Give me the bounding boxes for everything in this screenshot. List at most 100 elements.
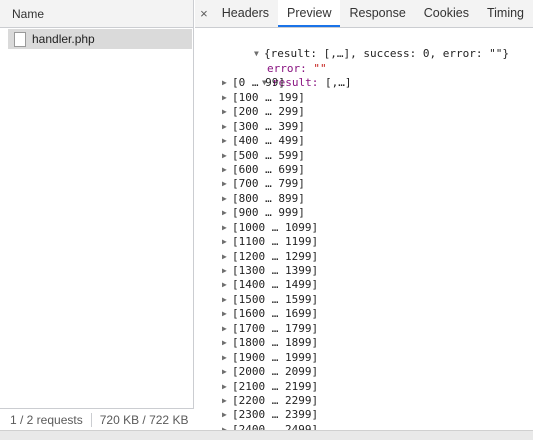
range-label: [2300 … 2399] (232, 408, 319, 422)
collapsed-triangle-icon[interactable]: ▶ (222, 120, 232, 134)
details-panel: × Headers Preview Response Cookies Timin… (195, 0, 533, 430)
range-label: [400 … 499] (232, 134, 305, 148)
range-row[interactable]: ▶ [600 … 699] (201, 163, 509, 177)
range-row[interactable]: ▶ [1800 … 1899] (201, 336, 509, 350)
range-row[interactable]: ▶ [900 … 999] (201, 206, 509, 220)
range-row[interactable]: ▶ [1500 … 1599] (201, 293, 509, 307)
range-row[interactable]: ▶ [500 … 599] (201, 149, 509, 163)
range-row[interactable]: ▶ [1900 … 1999] (201, 351, 509, 365)
request-name: handler.php (32, 32, 95, 46)
devtools-network-panel: Name handler.php 1 / 2 requests 720 KB /… (0, 0, 533, 440)
horizontal-scrollbar[interactable] (0, 430, 533, 440)
range-row[interactable]: ▶ [2000 … 2099] (201, 365, 509, 379)
tab-headers[interactable]: Headers (213, 0, 278, 27)
file-icon (14, 31, 26, 47)
range-row[interactable]: ▶ [1300 … 1399] (201, 264, 509, 278)
collapsed-triangle-icon[interactable]: ▶ (222, 163, 232, 177)
range-row[interactable]: ▶ [1200 … 1299] (201, 250, 509, 264)
range-row[interactable]: ▶ [2400 … 2499] (201, 423, 509, 430)
collapsed-triangle-icon[interactable]: ▶ (222, 134, 232, 148)
range-label: [1400 … 1499] (232, 278, 319, 292)
collapsed-triangle-icon[interactable]: ▶ (222, 192, 232, 206)
range-row[interactable]: ▶ [2200 … 2299] (201, 394, 509, 408)
collapsed-triangle-icon[interactable]: ▶ (222, 250, 232, 264)
range-label: [1200 … 1299] (232, 249, 319, 263)
collapsed-triangle-icon[interactable]: ▶ (222, 336, 232, 350)
range-label: [500 … 599] (232, 148, 305, 162)
range-row[interactable]: ▶ [200 … 299] (201, 105, 509, 119)
range-row[interactable]: ▶ [1100 … 1199] (201, 235, 509, 249)
range-label: [2200 … 2299] (232, 393, 319, 407)
transfer-size: 720 KB / 722 KB (99, 412, 189, 427)
range-label: [1300 … 1399] (232, 264, 319, 277)
range-label: [2000 … 2099] (232, 365, 319, 379)
collapsed-triangle-icon[interactable]: ▶ (222, 235, 232, 249)
error-value: "" (313, 61, 327, 75)
range-row[interactable]: ▶ [100 … 199] (201, 91, 509, 105)
collapsed-triangle-icon[interactable]: ▶ (222, 177, 232, 191)
collapsed-triangle-icon[interactable]: ▶ (222, 264, 232, 278)
range-label: [1000 … 1099] (232, 220, 319, 234)
status-bar: 1 / 2 requests 720 KB / 722 KB (0, 408, 194, 430)
range-label: [700 … 799] (232, 177, 305, 191)
range-label: [1600 … 1699] (232, 307, 319, 321)
range-row[interactable]: ▶ [1000 … 1099] (201, 221, 509, 235)
range-row[interactable]: ▶ [2300 … 2399] (201, 408, 509, 422)
expanded-triangle-icon[interactable]: ▼ (254, 47, 264, 61)
details-tab-bar: × Headers Preview Response Cookies Timin… (195, 0, 533, 28)
request-row[interactable]: handler.php (8, 29, 192, 49)
collapsed-triangle-icon[interactable]: ▶ (222, 149, 232, 163)
collapsed-triangle-icon[interactable]: ▶ (222, 394, 232, 408)
tab-cookies[interactable]: Cookies (415, 0, 478, 27)
range-label: [300 … 399] (232, 119, 305, 133)
collapsed-triangle-icon[interactable]: ▶ (222, 408, 232, 422)
tab-preview[interactable]: Preview (278, 0, 341, 27)
range-label: [1100 … 1199] (232, 235, 319, 249)
range-label: [1700 … 1799] (232, 321, 319, 335)
range-row[interactable]: ▶ [1600 … 1699] (201, 307, 509, 321)
collapsed-triangle-icon[interactable]: ▶ (222, 322, 232, 336)
collapsed-triangle-icon[interactable]: ▶ (222, 221, 232, 235)
collapsed-triangle-icon[interactable]: ▶ (222, 293, 232, 307)
collapsed-triangle-icon[interactable]: ▶ (222, 307, 232, 321)
collapsed-triangle-icon[interactable]: ▶ (222, 351, 232, 365)
result-range-list: ▶ [0 … 99] ▶ [100 … 199] ▶ [200 … 299] ▶ [300 …… (201, 76, 509, 430)
range-row[interactable]: ▶ [700 … 799] (201, 177, 509, 191)
range-label: [2400 … 2499] (232, 422, 319, 430)
result-summary: [,…] (324, 76, 352, 90)
collapsed-triangle-icon[interactable]: ▶ (222, 91, 232, 105)
collapsed-triangle-icon[interactable]: ▶ (222, 76, 232, 90)
range-row[interactable]: ▶ [800 … 899] (201, 192, 509, 206)
range-row[interactable]: ▶ [2100 … 2199] (201, 380, 509, 394)
range-row[interactable]: ▶ [400 … 499] (201, 134, 509, 148)
range-label: [600 … 699] (232, 162, 305, 176)
collapsed-triangle-icon[interactable]: ▶ (222, 105, 232, 119)
close-icon[interactable]: × (195, 0, 213, 27)
range-label: [800 … 899] (232, 191, 305, 205)
collapsed-triangle-icon[interactable]: ▶ (222, 380, 232, 394)
collapsed-triangle-icon[interactable]: ▶ (222, 365, 232, 379)
range-label: [100 … 199] (232, 90, 305, 104)
collapsed-triangle-icon[interactable]: ▶ (222, 423, 232, 430)
range-row[interactable]: ▶ [1400 … 1499] (201, 278, 509, 292)
tab-timing[interactable]: Timing (478, 0, 533, 27)
range-row[interactable]: ▶ [300 … 399] (201, 120, 509, 134)
request-list-panel: Name handler.php 1 / 2 requests 720 KB /… (0, 0, 194, 430)
tab-response[interactable]: Response (340, 0, 414, 27)
range-row[interactable]: ▶ [1700 … 1799] (201, 322, 509, 336)
range-label: [200 … 299] (232, 105, 305, 119)
name-column-header[interactable]: Name (0, 0, 193, 28)
json-preview-tree: ▼ {result: [,…], success: 0, error: ""} e… (201, 33, 509, 430)
range-label: [2100 … 2199] (232, 379, 319, 393)
range-label: [0 … 99] (232, 76, 285, 90)
range-label: [1500 … 1599] (232, 292, 319, 306)
range-label: [1800 … 1899] (232, 336, 319, 350)
error-key: error: (266, 61, 307, 75)
status-divider (90, 412, 92, 427)
tree-root-row[interactable]: ▼ {result: [,…], success: 0, error: ""} (201, 33, 509, 60)
collapsed-triangle-icon[interactable]: ▶ (222, 206, 232, 220)
range-row[interactable]: ▶ [0 … 99] (201, 76, 509, 90)
root-summary: {result: [,…], success: 0, error: ""} (263, 47, 510, 61)
collapsed-triangle-icon[interactable]: ▶ (222, 278, 232, 292)
range-label: [900 … 999] (232, 206, 305, 220)
